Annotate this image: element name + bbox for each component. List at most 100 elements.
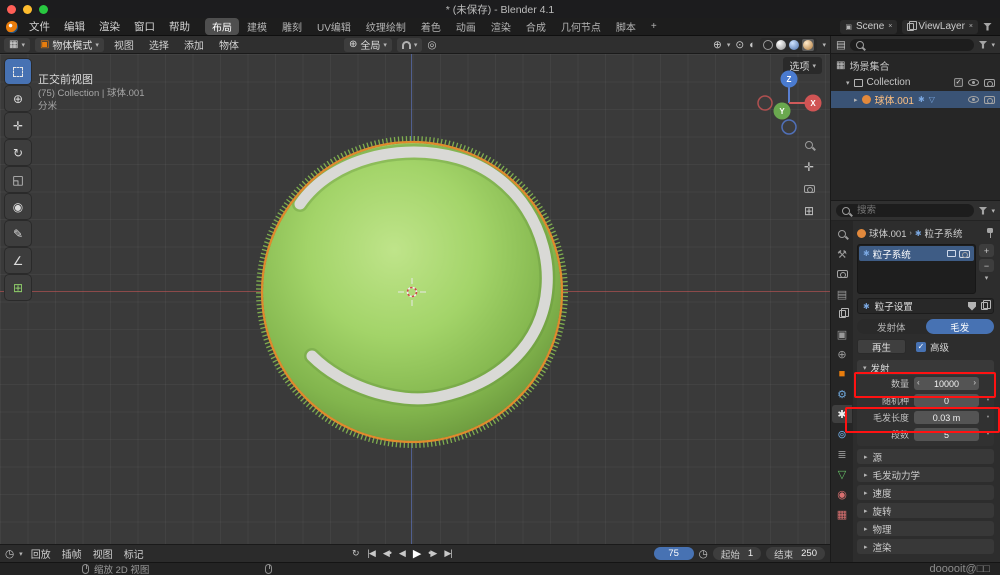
blender-logo-icon[interactable] xyxy=(6,21,18,33)
tab-viewlayer[interactable] xyxy=(832,305,852,323)
properties-search-input[interactable] xyxy=(855,204,968,217)
gizmo-toggle-icon[interactable]: ⊕ xyxy=(713,39,722,51)
decrement-icon[interactable]: ‹ xyxy=(917,378,920,387)
particle-settings-datablock[interactable]: ✱ 粒子设置 xyxy=(857,298,994,314)
advanced-checkbox-wrap[interactable]: ✓ 高级 xyxy=(916,340,949,354)
shading-options-chevron-icon[interactable]: ▾ xyxy=(822,41,826,49)
outliner-search-box[interactable] xyxy=(850,39,975,51)
play-reverse-button[interactable]: ◀ xyxy=(399,548,405,559)
properties-search-box[interactable] xyxy=(836,204,974,217)
menu-select[interactable]: 选择 xyxy=(144,37,174,52)
viewlayer-filter-icon[interactable] xyxy=(983,23,992,31)
mode-selector[interactable]: ▣ 物体模式 ▾ xyxy=(35,38,104,52)
zoom-window-button[interactable] xyxy=(39,5,48,14)
outliner-filter-icon[interactable] xyxy=(978,41,987,49)
viewlayer-selector[interactable]: ViewLayer × xyxy=(902,20,978,34)
disable-render-icon[interactable] xyxy=(984,96,995,104)
workspace-tab-shading[interactable]: 着色 xyxy=(414,18,448,35)
workspace-tab-sculpt[interactable]: 雕刻 xyxy=(275,18,309,35)
menu-window[interactable]: 窗口 xyxy=(127,19,162,34)
navigation-gizmo[interactable]: Z X Y xyxy=(754,68,824,138)
minimize-window-button[interactable] xyxy=(23,5,32,14)
render-toggle-icon[interactable] xyxy=(959,250,970,258)
menu-keying[interactable]: 插帧 xyxy=(59,546,85,561)
scene-selector[interactable]: ▣ Scene × xyxy=(840,20,897,34)
pin-icon[interactable] xyxy=(986,228,994,238)
tab-physics[interactable]: ⊚ xyxy=(832,425,852,443)
tool-move[interactable]: ✛ xyxy=(5,113,31,138)
tool-cursor[interactable]: ⊕ xyxy=(5,86,31,111)
section-source[interactable]: ▸ 源 xyxy=(857,449,994,464)
collection-expand-icon[interactable]: ▾ xyxy=(846,79,850,87)
viewport-3d[interactable]: ⊕ ✛ ↻ ◱ ◉ ✎ ∠ ⊞ 正交前视图 (75) Collection | … xyxy=(0,54,830,544)
viewport-canvas[interactable] xyxy=(0,54,830,544)
menu-playback[interactable]: 回放 xyxy=(28,546,54,561)
advanced-checkbox[interactable]: ✓ xyxy=(916,342,926,352)
proportional-edit-icon[interactable]: ◎ xyxy=(427,39,436,51)
shading-wireframe-icon[interactable] xyxy=(763,40,773,50)
workspace-tab-rendering[interactable]: 渲染 xyxy=(484,18,518,35)
viewlayer-unlink-icon[interactable]: × xyxy=(969,23,973,30)
keyframe-dot-icon[interactable]: • xyxy=(984,414,992,421)
menu-render[interactable]: 渲染 xyxy=(92,19,127,34)
menu-view-timeline[interactable]: 视图 xyxy=(90,546,116,561)
segments-field[interactable]: 5 xyxy=(914,428,979,441)
emission-section-header[interactable]: ▾ 发射 xyxy=(857,360,994,375)
menu-help[interactable]: 帮助 xyxy=(162,19,197,34)
tab-material[interactable]: ◉ xyxy=(832,485,852,503)
outliner-search-input[interactable] xyxy=(869,38,969,51)
breadcrumb-system[interactable]: 粒子系统 xyxy=(925,226,963,240)
snap-toggle[interactable]: ▾ xyxy=(397,38,423,52)
overlays-toggle-icon[interactable]: ⊙ xyxy=(735,39,744,51)
tab-emitter-type[interactable]: 发射体 xyxy=(857,319,926,334)
workspace-tab-uv[interactable]: UV编辑 xyxy=(310,18,358,35)
tool-add-cube[interactable]: ⊞ xyxy=(5,275,31,300)
menu-marker[interactable]: 标记 xyxy=(121,546,147,561)
tool-annotate[interactable]: ✎ xyxy=(5,221,31,246)
timeline-editor-icon[interactable]: ◷ xyxy=(5,548,14,560)
jump-to-start-button[interactable]: |◀ xyxy=(368,548,375,559)
workspace-tab-scripting[interactable]: 脚本 xyxy=(609,18,643,35)
section-physics[interactable]: ▸ 物理 xyxy=(857,521,994,536)
workspace-tab-compositing[interactable]: 合成 xyxy=(519,18,553,35)
tab-search[interactable] xyxy=(832,225,852,243)
fake-user-shield-icon[interactable] xyxy=(968,302,976,311)
gizmo-z-negative[interactable] xyxy=(782,120,796,134)
particle-system-list[interactable]: ✱ 粒子系统 xyxy=(857,244,976,294)
next-keyframe-button[interactable]: •▶ xyxy=(428,548,436,559)
particle-system-slot[interactable]: ✱ 粒子系统 xyxy=(859,246,974,261)
tool-transform[interactable]: ◉ xyxy=(5,194,31,219)
tab-output[interactable]: ▤ xyxy=(832,285,852,303)
shading-solid-icon[interactable] xyxy=(776,40,786,50)
workspace-tab-geonodes[interactable]: 几何节点 xyxy=(554,18,608,35)
menu-object[interactable]: 物体 xyxy=(214,37,244,52)
tool-measure[interactable]: ∠ xyxy=(5,248,31,273)
editor-type-selector[interactable]: ▦ ▾ xyxy=(4,38,30,52)
shading-material-icon[interactable] xyxy=(789,40,799,50)
camera-view-icon[interactable] xyxy=(801,182,817,196)
end-frame-field[interactable]: 结束 250 xyxy=(766,547,825,560)
tab-constraints[interactable]: ≣ xyxy=(832,445,852,463)
section-velocity[interactable]: ▸ 速度 xyxy=(857,485,994,500)
current-frame-field[interactable]: 75 xyxy=(654,547,694,560)
collection-checkbox[interactable]: ✓ xyxy=(954,78,963,87)
outliner-editor-icon[interactable]: ▤ xyxy=(836,39,846,51)
regenerate-button[interactable]: 再生 xyxy=(857,339,906,354)
disable-in-render-icon[interactable] xyxy=(984,79,995,87)
increment-icon[interactable]: › xyxy=(973,378,976,387)
tab-texture[interactable]: ▦ xyxy=(832,505,852,523)
tab-scene[interactable]: ▣ xyxy=(832,325,852,343)
slot-specials-icon[interactable]: ▾ xyxy=(985,274,989,282)
close-window-button[interactable] xyxy=(7,5,16,14)
tab-tool[interactable]: ⚒ xyxy=(832,245,852,263)
breadcrumb-object[interactable]: 球体.001 xyxy=(869,226,907,240)
section-hair-dynamics[interactable]: ▸ 毛发动力学 xyxy=(857,467,994,482)
orientation-selector[interactable]: ⊕ 全局 ▾ xyxy=(344,38,392,52)
hide-object-icon[interactable] xyxy=(968,96,979,103)
workspace-tab-modeling[interactable]: 建模 xyxy=(240,18,274,35)
tool-scale[interactable]: ◱ xyxy=(5,167,31,192)
add-slot-button[interactable]: + xyxy=(979,244,994,257)
chevron-down-icon[interactable]: ▾ xyxy=(991,207,995,215)
sync-icon[interactable]: ↻ xyxy=(352,548,360,559)
xray-toggle-icon[interactable]: ◐ xyxy=(749,39,755,51)
